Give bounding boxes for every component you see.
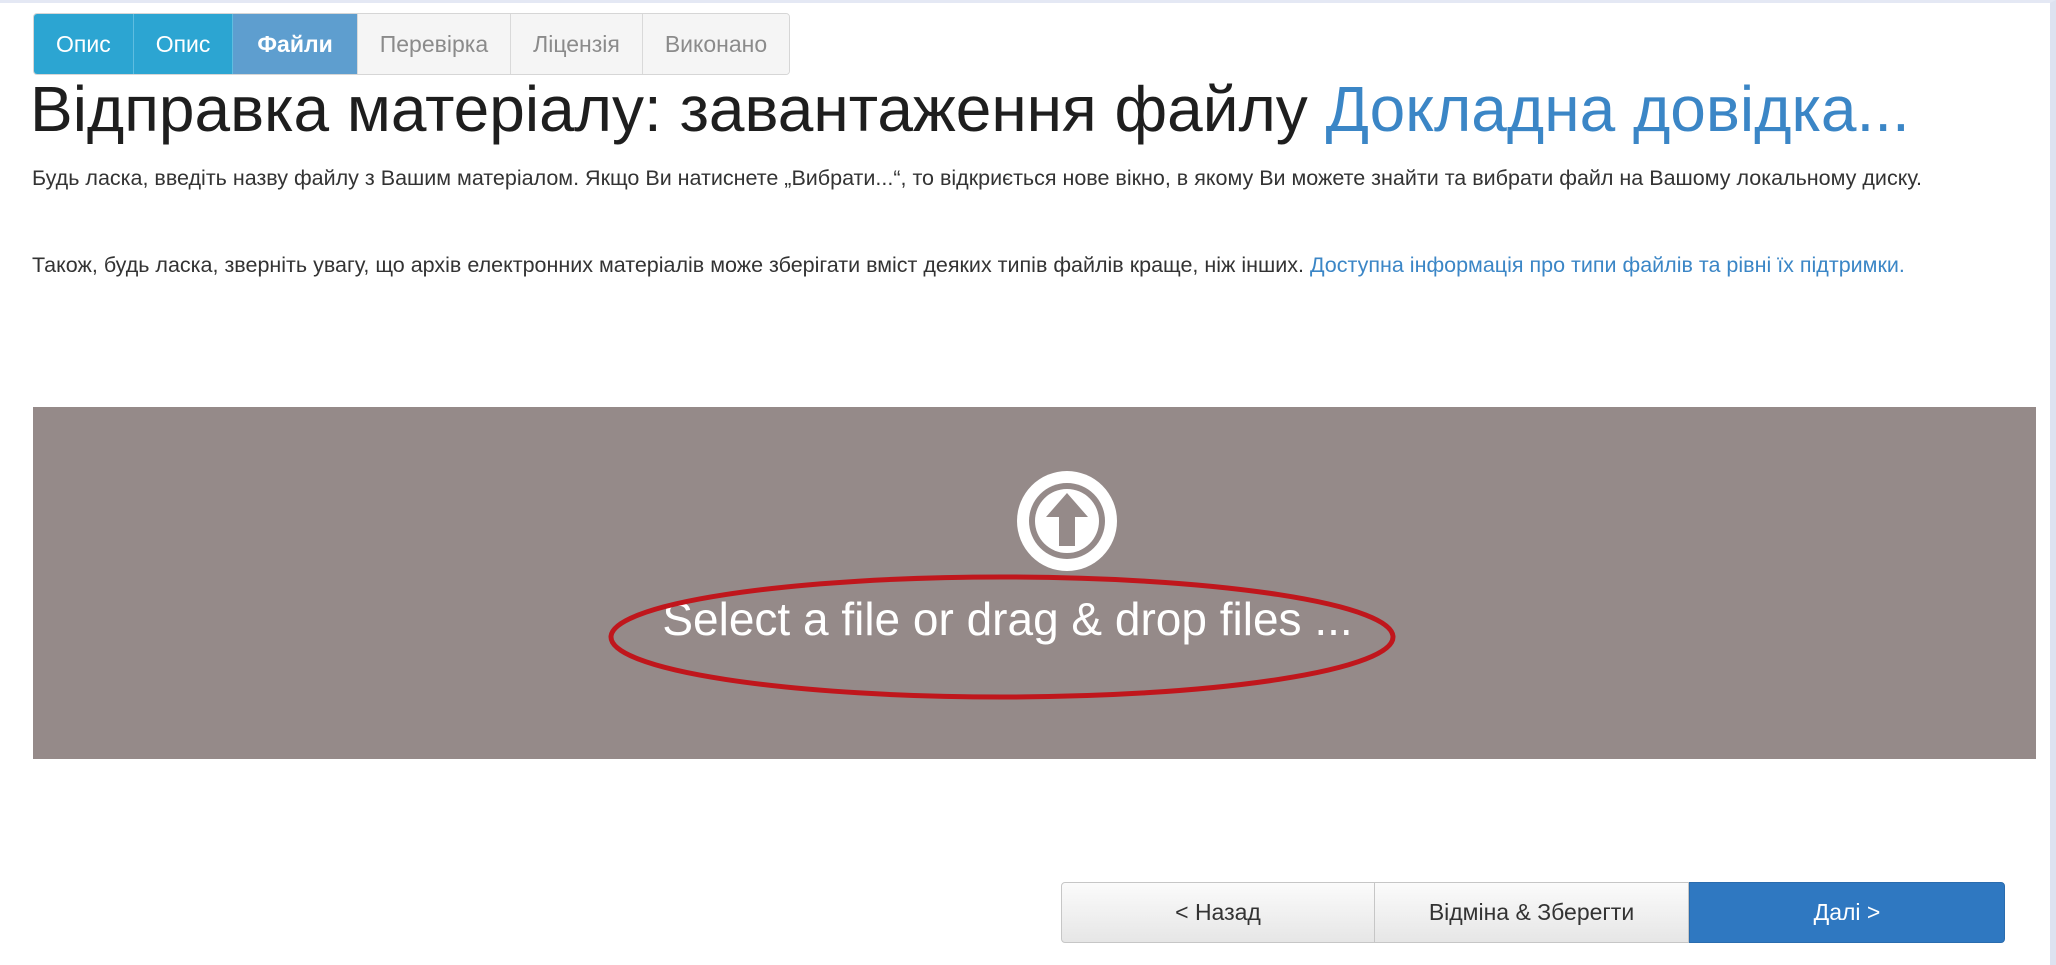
navigation-buttons: < Назад Відміна & Зберегти Далі > <box>1061 882 2005 943</box>
back-button[interactable]: < Назад <box>1061 882 1375 943</box>
drop-zone-text[interactable]: Select a file or drag & drop files ... <box>662 593 1352 645</box>
step-describe-1[interactable]: Опис <box>34 14 134 74</box>
step-review[interactable]: Перевірка <box>356 14 511 74</box>
page-title: Відправка матеріалу: завантаження файлу … <box>30 69 1910 149</box>
step-files[interactable]: Файли <box>233 14 357 74</box>
file-drop-zone[interactable]: Select a file or drag & drop files ... <box>33 407 2036 759</box>
file-format-note-text: Також, будь ласка, зверніть увагу, що ар… <box>32 253 1310 277</box>
help-link[interactable]: Докладна довідка... <box>1326 73 1910 145</box>
cancel-save-button[interactable]: Відміна & Зберегти <box>1375 882 1689 943</box>
next-button[interactable]: Далі > <box>1689 882 2005 943</box>
submission-page: Опис Опис Файли Перевірка Ліцензія Викон… <box>0 0 2056 965</box>
page-title-text: Відправка матеріалу: завантаження файлу <box>30 73 1326 145</box>
upload-arrow-icon <box>1017 471 1117 571</box>
step-license[interactable]: Ліцензія <box>510 14 642 74</box>
step-describe-2[interactable]: Опис <box>133 14 234 74</box>
upload-instructions: Будь ласка, введіть назву файлу з Вашим … <box>32 166 1922 190</box>
supported-formats-link[interactable]: Доступна інформація про типи файлів та р… <box>1310 253 1905 277</box>
step-complete[interactable]: Виконано <box>641 14 790 74</box>
drop-zone-label[interactable]: Select a file or drag & drop files ... <box>33 592 2036 646</box>
file-format-note: Також, будь ласка, зверніть увагу, що ар… <box>32 248 2022 283</box>
submission-progress-bar: Опис Опис Файли Перевірка Ліцензія Викон… <box>33 13 791 75</box>
